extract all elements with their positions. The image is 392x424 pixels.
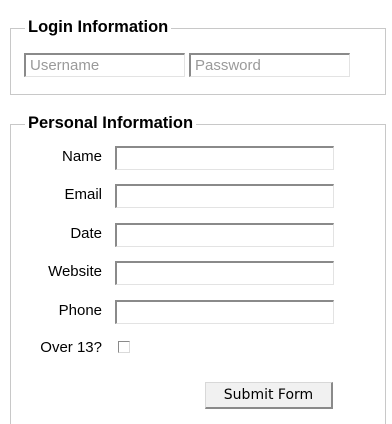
- date-label: Date: [70, 225, 102, 242]
- login-legend: Login Information: [25, 17, 172, 37]
- phone-field[interactable]: [115, 300, 334, 324]
- phone-label: Phone: [58, 302, 102, 319]
- website-label: Website: [48, 263, 102, 280]
- over13-checkbox[interactable]: [118, 341, 130, 353]
- over13-label: Over 13?: [40, 339, 102, 356]
- email-field[interactable]: [115, 184, 334, 208]
- name-field[interactable]: [115, 146, 334, 170]
- personal-legend: Personal Information: [25, 113, 197, 133]
- password-input[interactable]: Password: [189, 53, 350, 77]
- date-field[interactable]: [115, 223, 334, 247]
- website-field[interactable]: [115, 261, 334, 285]
- name-label: Name: [61, 148, 102, 165]
- username-input[interactable]: Username: [24, 53, 185, 77]
- email-label: Email: [64, 186, 102, 203]
- submit-button[interactable]: Submit Form: [205, 382, 333, 409]
